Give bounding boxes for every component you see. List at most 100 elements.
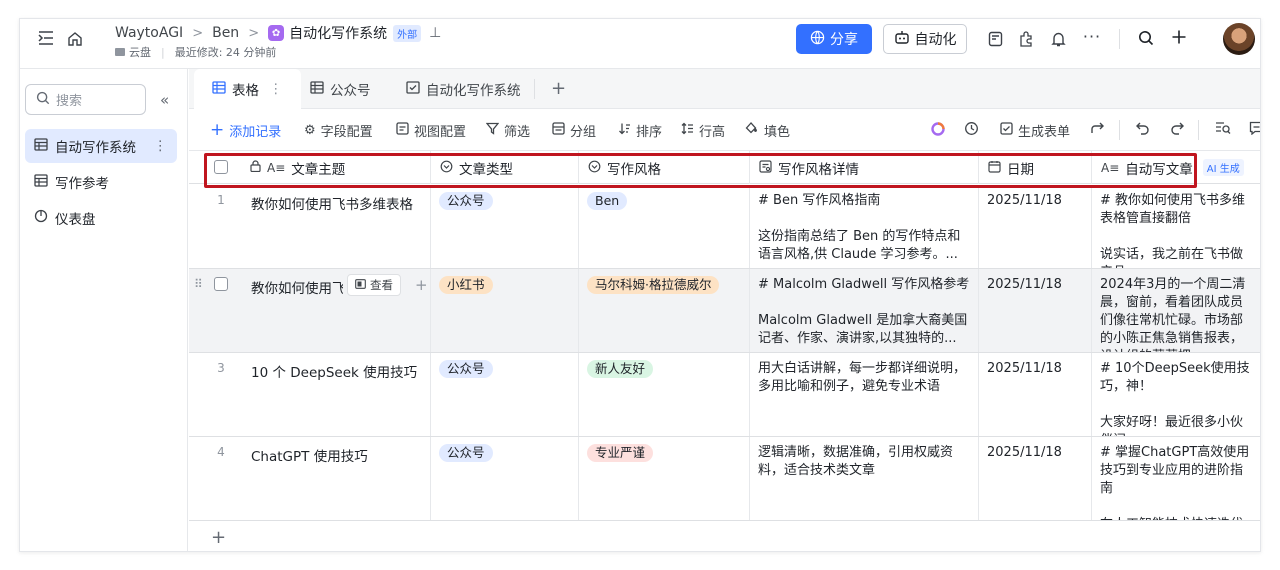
cell-topic[interactable]: ChatGPT 使用技巧 — [251, 445, 368, 465]
sort-icon — [618, 122, 631, 139]
cell-style[interactable]: 新人友好 — [578, 353, 749, 436]
sort-button[interactable]: 排序 — [618, 110, 662, 150]
add-record-button[interactable]: + 添加记录 — [210, 110, 281, 150]
fill-color-button[interactable]: 填色 — [745, 110, 790, 150]
table-icon — [34, 173, 48, 191]
gear-icon: ⚙ — [304, 122, 316, 138]
collapse-sidebar-icon[interactable]: « — [160, 91, 169, 109]
avatar[interactable] — [1223, 23, 1255, 55]
cell-date[interactable]: 2025/11/18 — [978, 269, 1091, 352]
grid-icon — [212, 80, 226, 98]
drag-handle-icon[interactable]: ⠿ — [194, 277, 203, 291]
view-config-button[interactable]: 视图配置 — [396, 110, 466, 150]
column-header-auto-article[interactable]: A≡ 自动写文章 AI 生成 — [1091, 151, 1260, 184]
add-row-button[interactable]: + — [189, 520, 1260, 551]
cell-auto-article[interactable]: # 掌握ChatGPT高效使用技巧到专业应用的进阶指南 在人工智能技术快速迭代的… — [1091, 437, 1260, 520]
cell-type[interactable]: 公众号 — [430, 353, 578, 436]
cell-auto-article[interactable]: 2024年3月的一个周二清晨，窗前，看着团队成员们像往常机忙碌。市场部的小陈正焦… — [1091, 269, 1260, 352]
cell-style[interactable]: 马尔科姆·格拉德威尔 — [578, 269, 749, 352]
cell-style-detail[interactable]: 逻辑清晰，数据准确，引用权威资料，适合技术类文章 — [749, 437, 978, 520]
sidebar-search-input[interactable]: 搜索 — [25, 84, 146, 115]
cell-style-detail[interactable]: # Ben 写作风格指南 这份指南总结了 Ben 的写作特点和语言风格,供 Cl… — [749, 185, 978, 268]
share-button[interactable]: 分享 — [796, 24, 872, 54]
automation-button[interactable]: 自动化 — [883, 24, 967, 54]
tab-table[interactable]: 表格 ⋮ — [194, 69, 301, 109]
home-icon[interactable] — [66, 29, 84, 47]
tab-official-account[interactable]: 公众号 — [292, 69, 389, 109]
single-select-icon — [588, 160, 601, 176]
row-height-button[interactable]: 行高 — [681, 110, 725, 150]
sidebar-item-auto-writing-system[interactable]: 自动写作系统 ⋮ — [25, 129, 177, 163]
filter-icon — [485, 122, 500, 139]
sidebar-item-writing-reference[interactable]: 写作参考 — [25, 165, 177, 199]
group-button[interactable]: 分组 — [552, 110, 596, 150]
cell-type[interactable]: 小红书 — [430, 269, 578, 352]
sidebar-item-label: 自动写作系统 — [55, 140, 136, 156]
field-config-button[interactable]: ⚙ 字段配置 — [304, 110, 373, 150]
cell-style[interactable]: Ben — [578, 185, 749, 268]
cell-type[interactable]: 公众号 — [430, 437, 578, 520]
find-icon[interactable] — [1215, 121, 1231, 139]
column-label: 文章类型 — [459, 161, 513, 178]
cell-type[interactable]: 公众号 — [430, 185, 578, 268]
add-view-icon[interactable]: + — [551, 78, 566, 99]
column-header-style-detail[interactable]: 写作风格详情 — [749, 151, 978, 184]
column-header-style[interactable]: 写作风格 — [578, 151, 749, 184]
column-header-date[interactable]: 日期 — [978, 151, 1091, 184]
more-icon[interactable]: ··· — [1082, 27, 1102, 46]
breadcrumb-item-workspace[interactable]: WaytoAGI — [115, 25, 183, 41]
pin-icon[interactable]: ⊥ — [429, 25, 441, 41]
lock-icon — [250, 160, 261, 175]
plus-icon[interactable] — [1170, 28, 1188, 46]
generate-form-label: 生成表单 — [1018, 124, 1071, 140]
cell-style-detail[interactable]: 用大白话讲解，每一步都详细说明，多用比喻和例子，避免专业术语 — [749, 353, 978, 436]
cell-auto-article[interactable]: # 教你如何使用飞书多维表格管直接翻倍 说实话，我之前在飞书做产品 — [1091, 185, 1260, 268]
cell-date[interactable]: 2025/11/18 — [978, 437, 1091, 520]
add-row-below-icon[interactable]: + — [415, 276, 428, 294]
table-row[interactable]: 4 ChatGPT 使用技巧 公众号 专业严谨 逻辑清晰，数据准确，引用权威资料… — [189, 437, 1260, 521]
share-arrow-icon[interactable] — [1090, 121, 1105, 139]
breadcrumb-item-folder[interactable]: Ben — [212, 25, 239, 41]
comment-icon[interactable] — [1249, 121, 1260, 139]
more-vertical-icon[interactable]: ⋮ — [269, 81, 283, 97]
toolbar: + 添加记录 ⚙ 字段配置 视图配置 筛选 分组 排序 行高 填色 生成表单 — [189, 110, 1260, 150]
search-icon[interactable] — [1137, 29, 1155, 47]
cell-topic[interactable]: 10 个 DeepSeek 使用技巧 — [251, 361, 417, 381]
expand-record-button[interactable]: 查看 — [347, 274, 401, 296]
generate-form-button[interactable]: 生成表单 — [1000, 110, 1070, 150]
view-label: 查看 — [370, 278, 393, 292]
ai-assistant-icon[interactable] — [930, 121, 946, 141]
app-window: WaytoAGI > Ben > ✿ 自动化写作系统 外部 ⊥ 云盘 | 最近修… — [19, 18, 1261, 552]
filter-button[interactable]: 筛选 — [485, 110, 530, 150]
doc-location[interactable]: 云盘 — [129, 44, 151, 60]
add-record-label: 添加记录 — [229, 124, 282, 140]
table-row[interactable]: ⠿ 教你如何使用飞 查看 + 小红书 马尔科姆·格拉德威尔 # Malcolm … — [189, 269, 1260, 353]
undo-icon[interactable] — [1135, 121, 1150, 139]
column-label: 日期 — [1007, 161, 1034, 178]
row-number: 1 — [217, 193, 225, 207]
tab-auto-writing-system[interactable]: 自动化写作系统 — [388, 69, 539, 109]
cell-date[interactable]: 2025/11/18 — [978, 185, 1091, 268]
column-header-type[interactable]: 文章类型 — [430, 151, 578, 184]
more-vertical-icon[interactable]: ⋮ — [154, 138, 168, 154]
cell-topic[interactable]: 教你如何使用飞书多维表格 — [251, 193, 413, 213]
bell-icon[interactable] — [1049, 30, 1067, 48]
cell-topic[interactable]: 教你如何使用飞 — [251, 277, 343, 297]
cell-date[interactable]: 2025/11/18 — [978, 353, 1091, 436]
sidebar-item-dashboard[interactable]: 仪表盘 — [25, 201, 177, 235]
plugin-icon[interactable] — [1017, 30, 1035, 48]
cell-style-detail[interactable]: # Malcolm Gladwell 写作风格参考 Malcolm Gladwe… — [749, 269, 978, 352]
folder-icon — [115, 48, 125, 56]
redo-icon[interactable] — [1170, 121, 1185, 139]
table-row[interactable]: 3 10 个 DeepSeek 使用技巧 公众号 新人友好 用大白话讲解，每一步… — [189, 353, 1260, 437]
table-row[interactable]: 1 教你如何使用飞书多维表格 公众号 Ben # Ben 写作风格指南 这份指南… — [189, 185, 1260, 269]
doc-title[interactable]: 自动化写作系统 — [289, 23, 387, 43]
toggle-sidebar-icon[interactable] — [37, 29, 55, 47]
template-icon[interactable] — [986, 30, 1004, 48]
column-header-topic[interactable]: A≡ 文章主题 — [241, 151, 430, 184]
select-all-checkbox[interactable] — [214, 160, 228, 174]
cell-style[interactable]: 专业严谨 — [578, 437, 749, 520]
row-checkbox[interactable] — [214, 277, 228, 291]
history-icon[interactable] — [964, 121, 979, 140]
cell-auto-article[interactable]: # 10个DeepSeek使用技巧，神！ 大家好呀！最近很多小伙伴问 — [1091, 353, 1260, 436]
